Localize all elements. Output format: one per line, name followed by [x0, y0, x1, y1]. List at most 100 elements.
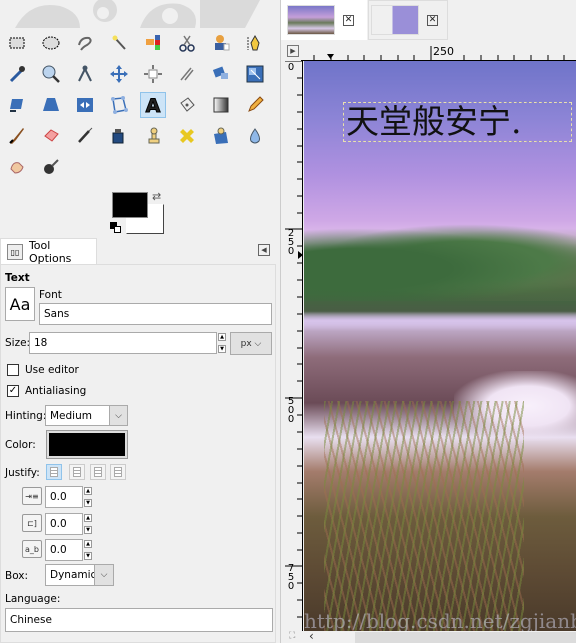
- tool-perspective[interactable]: [38, 92, 64, 118]
- justify-fill-button[interactable]: [110, 464, 126, 480]
- toolbox-panel: A ⇄ ▯▯ Tool Options ◀ Text Aa Font Sans …: [0, 0, 280, 643]
- measure-icon: [78, 65, 92, 82]
- text-layer-box[interactable]: 天堂般安宁.: [343, 102, 572, 142]
- navigate-icon[interactable]: ⛶: [289, 631, 295, 641]
- box-value: Dynamic: [50, 569, 97, 581]
- tool-paths[interactable]: [242, 30, 268, 56]
- quick-mask-toggle[interactable]: ▶: [287, 45, 299, 57]
- tool-pencil[interactable]: [242, 92, 268, 118]
- image-tab-screenshot[interactable]: ✕: [368, 0, 448, 40]
- foreground-color-swatch[interactable]: [112, 192, 148, 218]
- image-canvas[interactable]: 天堂般安宁. http://blog.csdn.net/zgjianbai: [304, 61, 576, 631]
- antialiasing-checkbox[interactable]: ✓: [7, 385, 19, 397]
- tool-free-select[interactable]: [72, 30, 98, 56]
- image-tab-lake[interactable]: ✕: [281, 0, 367, 40]
- tool-foreground-select[interactable]: [208, 30, 234, 56]
- tool-scale[interactable]: [242, 61, 268, 87]
- rect-select-icon: [9, 37, 25, 49]
- panel-menu-button[interactable]: ◀: [258, 244, 270, 256]
- tool-cage-transform[interactable]: [106, 92, 132, 118]
- size-unit-select[interactable]: px ⌵: [230, 332, 272, 355]
- spin-up-icon[interactable]: ▲: [84, 514, 92, 522]
- tool-heal[interactable]: [174, 123, 200, 149]
- default-colors-icon[interactable]: [110, 222, 122, 234]
- grass-region: [324, 401, 524, 631]
- clone-icon: [148, 127, 160, 144]
- spin-up-icon[interactable]: ▲: [218, 333, 226, 341]
- tool-clone[interactable]: [140, 123, 166, 149]
- tool-blend[interactable]: [208, 92, 234, 118]
- spin-down-icon[interactable]: ▼: [218, 345, 226, 353]
- font-input[interactable]: Sans: [39, 303, 272, 325]
- zoom-icon: [42, 65, 60, 83]
- tool-bucket-fill[interactable]: [174, 92, 200, 118]
- tool-color-picker[interactable]: [4, 61, 30, 87]
- tool-perspective-clone[interactable]: [208, 123, 234, 149]
- justify-center-button[interactable]: [90, 464, 106, 480]
- tool-eraser[interactable]: [38, 123, 64, 149]
- justify-right-button[interactable]: [69, 464, 85, 480]
- spin-down-icon[interactable]: ▼: [84, 552, 92, 560]
- tool-rotate[interactable]: [208, 61, 234, 87]
- tool-select-by-color[interactable]: [140, 30, 166, 56]
- tool-ink[interactable]: [106, 123, 132, 149]
- tool-move[interactable]: [106, 61, 132, 87]
- box-dropdown-button[interactable]: ⌵: [94, 564, 114, 586]
- horizontal-ruler[interactable]: 250: [301, 44, 576, 61]
- letter-spacing-spinner[interactable]: ▲ ▼: [84, 540, 92, 560]
- tab-tool-options[interactable]: ▯▯ Tool Options: [0, 238, 97, 265]
- line-spacing-input[interactable]: 0.0: [45, 513, 83, 535]
- justify-left-button[interactable]: [46, 464, 62, 480]
- font-preview-button[interactable]: Aa: [5, 287, 35, 321]
- size-spinner[interactable]: ▲ ▼: [218, 333, 226, 353]
- line-spacing-spinner[interactable]: ▲ ▼: [84, 514, 92, 534]
- swap-colors-icon[interactable]: ⇄: [152, 190, 161, 203]
- tool-paintbrush[interactable]: [4, 123, 30, 149]
- spin-up-icon[interactable]: ▲: [84, 487, 92, 495]
- tool-shear[interactable]: [4, 92, 30, 118]
- indent-spinner[interactable]: ▲ ▼: [84, 487, 92, 507]
- hinting-dropdown-button[interactable]: ⌵: [109, 405, 128, 426]
- tool-flip[interactable]: [72, 92, 98, 118]
- tool-crop[interactable]: [174, 61, 200, 87]
- tool-dodge-burn[interactable]: [38, 154, 64, 180]
- indent-input[interactable]: 0.0: [45, 486, 83, 508]
- tool-fuzzy-select[interactable]: [106, 30, 132, 56]
- perspective-clone-icon: [214, 127, 228, 144]
- hinting-select[interactable]: Medium: [45, 405, 110, 426]
- tool-alignment[interactable]: [140, 61, 166, 87]
- tool-rect-select[interactable]: [4, 30, 30, 56]
- scroll-left-icon[interactable]: ‹: [309, 629, 314, 643]
- vertical-ruler[interactable]: 0 250 500 750: [285, 61, 303, 631]
- tool-airbrush[interactable]: [72, 123, 98, 149]
- text-icon: A: [145, 95, 161, 115]
- tool-scissors-select[interactable]: [174, 30, 200, 56]
- color-button[interactable]: [46, 430, 128, 459]
- shear-icon: [10, 99, 23, 112]
- scrollbar-thumb[interactable]: [355, 632, 576, 643]
- use-editor-checkbox[interactable]: [7, 364, 19, 376]
- justify-fill-icon: [114, 467, 122, 477]
- spin-up-icon[interactable]: ▲: [84, 540, 92, 548]
- spin-down-icon[interactable]: ▼: [84, 499, 92, 507]
- box-select[interactable]: Dynamic: [45, 564, 97, 586]
- trees-region: [304, 221, 576, 301]
- close-icon[interactable]: ✕: [343, 14, 354, 26]
- language-label: Language:: [5, 593, 61, 605]
- language-input[interactable]: Chinese: [5, 608, 273, 632]
- wilber-logo: [0, 0, 280, 28]
- tool-zoom[interactable]: [38, 61, 64, 87]
- tool-ellipse-select[interactable]: [38, 30, 64, 56]
- spin-down-icon[interactable]: ▼: [84, 526, 92, 534]
- tool-text[interactable]: A: [140, 92, 166, 118]
- size-input[interactable]: 18: [29, 332, 217, 354]
- close-icon[interactable]: ✕: [427, 14, 438, 26]
- letter-spacing-input[interactable]: 0.0: [45, 539, 83, 561]
- horizontal-scrollbar[interactable]: ⛶ ‹: [281, 629, 576, 643]
- tool-smudge[interactable]: [4, 154, 30, 180]
- tool-measure[interactable]: [72, 61, 98, 87]
- line-spacing-icon: ⊏]: [22, 514, 42, 532]
- tool-blur-sharpen[interactable]: [242, 123, 268, 149]
- justify-center-icon: [94, 467, 102, 477]
- use-editor-label: Use editor: [25, 364, 79, 376]
